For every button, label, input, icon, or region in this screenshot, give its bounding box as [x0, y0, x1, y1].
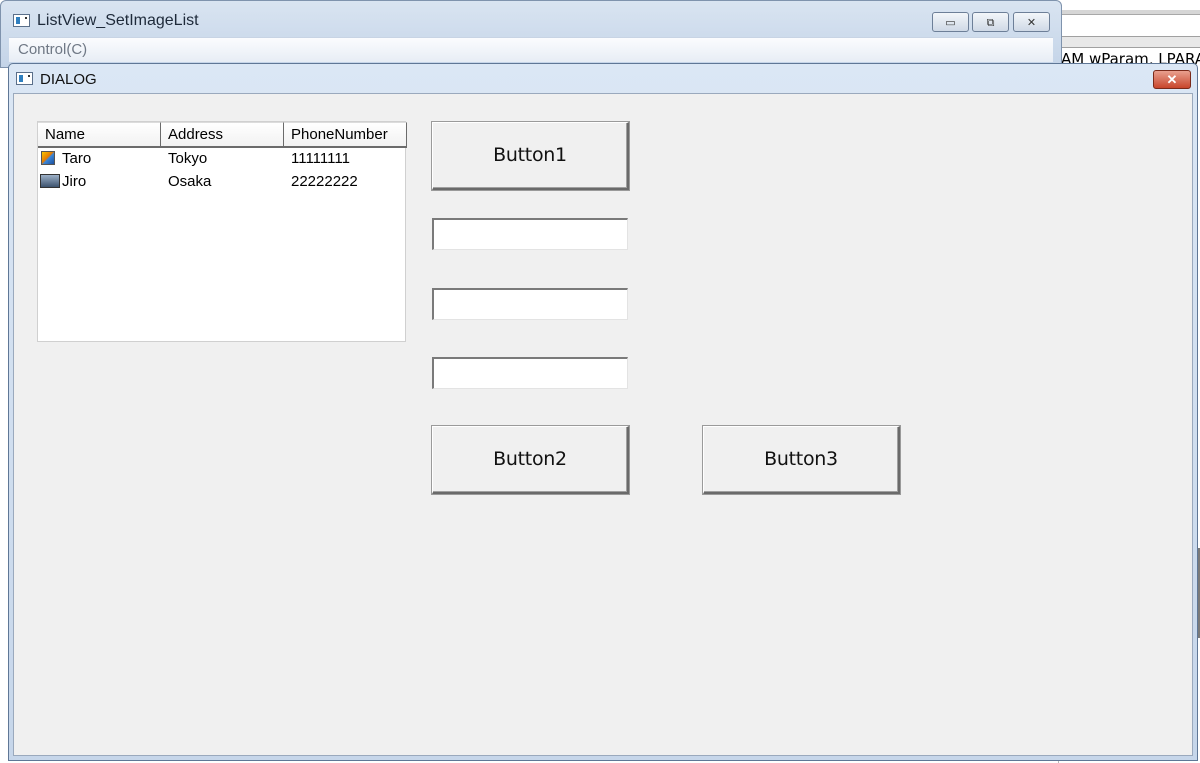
column-header-address[interactable]: Address — [161, 122, 284, 148]
dialog-close-button[interactable]: ✕ — [1153, 70, 1191, 89]
minimize-icon: ▭ — [945, 17, 956, 29]
main-window-title: ListView_SetImageList — [37, 12, 199, 29]
monitor-image-icon — [40, 174, 60, 188]
list-item-address: Tokyo — [168, 150, 208, 167]
edit-field-2[interactable] — [432, 288, 628, 320]
list-item[interactable]: Jiro Osaka 22222222 — [38, 171, 405, 194]
main-close-button[interactable]: ✕ — [1013, 12, 1050, 32]
pencil-note-icon — [41, 151, 55, 165]
list-item-name: Taro — [62, 150, 92, 167]
close-icon: ✕ — [1166, 72, 1178, 87]
menu-bar: Control(C) — [9, 37, 1053, 62]
dialog-title: DIALOG — [40, 71, 97, 88]
restore-icon: ⧉ — [986, 17, 995, 29]
minimize-button[interactable]: ▭ — [932, 12, 969, 32]
button2[interactable]: Button2 — [432, 426, 629, 494]
button1[interactable]: Button1 — [432, 122, 629, 190]
dialog-window: DIALOG ✕ Name Address PhoneNumber Taro T… — [8, 63, 1198, 761]
main-window: ListView_SetImageList ▭ ⧉ ✕ Control(C) — [0, 0, 1062, 68]
edit-field-3[interactable] — [432, 357, 628, 389]
list-view[interactable]: Name Address PhoneNumber Taro Tokyo 1111… — [37, 121, 407, 342]
list-item[interactable]: Taro Tokyo 11111111 — [38, 148, 405, 171]
app-window-icon[interactable] — [16, 72, 33, 85]
list-item-address: Osaka — [168, 173, 212, 190]
menu-item-control[interactable]: Control(C) — [18, 41, 87, 58]
list-item-phone: 11111111 — [291, 150, 350, 167]
app-window-icon[interactable] — [13, 14, 30, 27]
column-header-name[interactable]: Name — [38, 122, 161, 148]
list-item-phone: 22222222 — [291, 173, 358, 190]
button3[interactable]: Button3 — [703, 426, 900, 494]
restore-button[interactable]: ⧉ — [972, 12, 1009, 32]
list-view-header: Name Address PhoneNumber — [38, 122, 407, 148]
dialog-client-area: Name Address PhoneNumber Taro Tokyo 1111… — [13, 93, 1193, 756]
column-header-phone[interactable]: PhoneNumber — [284, 122, 407, 148]
background-toolbar — [1059, 10, 1200, 15]
edit-field-1[interactable] — [432, 218, 628, 250]
close-icon: ✕ — [1026, 17, 1037, 29]
background-ruler — [1059, 36, 1200, 48]
list-item-name: Jiro — [62, 173, 87, 190]
